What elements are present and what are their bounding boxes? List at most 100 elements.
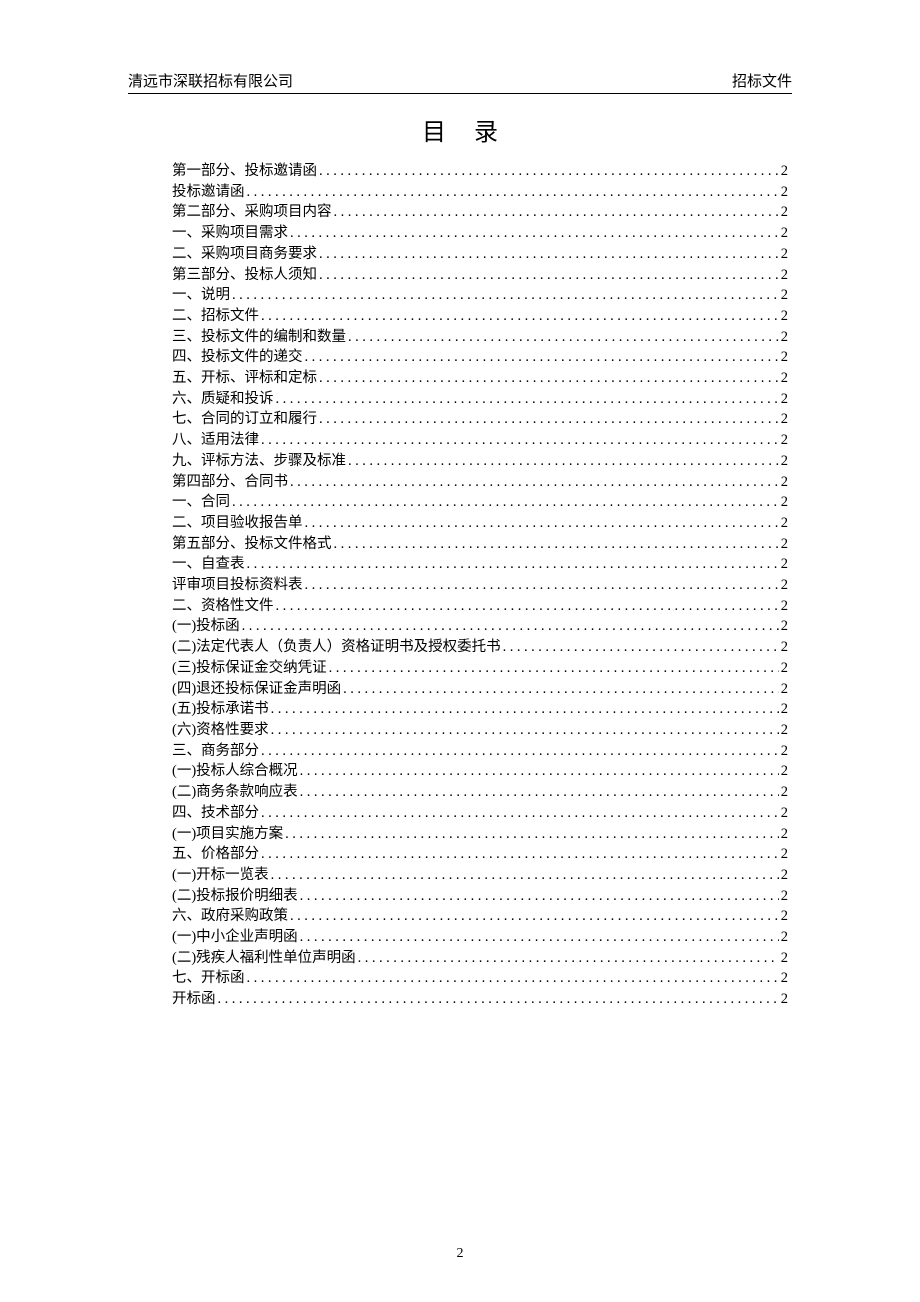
toc-dots xyxy=(346,451,779,472)
toc-page: 2 xyxy=(779,658,788,679)
toc-label: 第四部分、合同书 xyxy=(172,472,288,493)
toc-page: 2 xyxy=(779,306,788,327)
toc-page: 2 xyxy=(779,409,788,430)
toc-label: 七、合同的订立和履行 xyxy=(172,409,317,430)
toc-page: 2 xyxy=(779,720,788,741)
toc-dots xyxy=(269,720,779,741)
page-header: 清远市深联招标有限公司 招标文件 xyxy=(128,70,792,94)
toc-label: 五、开标、评标和定标 xyxy=(172,368,317,389)
toc-dots xyxy=(245,182,779,203)
toc-row: 投标邀请函2 xyxy=(172,182,788,203)
toc-page: 2 xyxy=(779,616,788,637)
toc-label: 二、项目验收报告单 xyxy=(172,513,303,534)
toc-page: 2 xyxy=(779,182,788,203)
toc-row: 评审项目投标资料表2 xyxy=(172,575,788,596)
toc-dots xyxy=(269,865,779,886)
toc-dots xyxy=(303,347,779,368)
toc-label: (三)投标保证金交纳凭证 xyxy=(172,658,327,679)
toc-row: 九、评标方法、步骤及标准2 xyxy=(172,451,788,472)
toc-row: 二、招标文件2 xyxy=(172,306,788,327)
toc-page: 2 xyxy=(779,389,788,410)
toc-label: (二)商务条款响应表 xyxy=(172,782,298,803)
toc-row: (一)开标一览表 2 xyxy=(172,865,788,886)
toc-page: 2 xyxy=(779,161,788,182)
toc-dots xyxy=(274,596,779,617)
toc-page: 2 xyxy=(779,575,788,596)
toc-row: 六、质疑和投诉2 xyxy=(172,389,788,410)
toc-list: 第一部分、投标邀请函2投标邀请函2第二部分、采购项目内容2一、采购项目需求2二、… xyxy=(128,161,792,1010)
toc-page: 2 xyxy=(779,886,788,907)
toc-label: 开标函 xyxy=(172,989,216,1010)
toc-dots xyxy=(245,554,779,575)
toc-page: 2 xyxy=(779,513,788,534)
toc-page: 2 xyxy=(779,430,788,451)
toc-dots xyxy=(501,637,779,658)
toc-label: (二)法定代表人（负责人）资格证明书及授权委托书 xyxy=(172,637,501,658)
toc-page: 2 xyxy=(779,865,788,886)
toc-dots xyxy=(317,244,779,265)
toc-dots xyxy=(298,886,779,907)
toc-page: 2 xyxy=(779,906,788,927)
toc-row: 第三部分、投标人须知 2 xyxy=(172,265,788,286)
toc-row: 一、自查表 2 xyxy=(172,554,788,575)
toc-page: 2 xyxy=(779,679,788,700)
toc-label: 一、采购项目需求 xyxy=(172,223,288,244)
page-number: 2 xyxy=(0,1246,920,1262)
toc-page: 2 xyxy=(779,554,788,575)
toc-page: 2 xyxy=(779,699,788,720)
toc-page: 2 xyxy=(779,844,788,865)
toc-dots xyxy=(303,575,779,596)
toc-row: 二、资格性文件2 xyxy=(172,596,788,617)
toc-dots xyxy=(274,389,779,410)
toc-page: 2 xyxy=(779,637,788,658)
toc-label: 一、自查表 xyxy=(172,554,245,575)
toc-label: 第五部分、投标文件格式 xyxy=(172,534,332,555)
toc-label: (二)投标报价明细表 xyxy=(172,886,298,907)
toc-dots xyxy=(341,679,779,700)
toc-dots xyxy=(288,472,779,493)
toc-label: (六)资格性要求 xyxy=(172,720,269,741)
toc-dots xyxy=(259,803,779,824)
toc-page: 2 xyxy=(779,223,788,244)
toc-dots xyxy=(332,534,779,555)
toc-label: 三、商务部分 xyxy=(172,741,259,762)
toc-row: 第四部分、合同书2 xyxy=(172,472,788,493)
toc-row: 三、投标文件的编制和数量2 xyxy=(172,327,788,348)
toc-page: 2 xyxy=(779,265,788,286)
toc-dots xyxy=(288,906,779,927)
toc-dots xyxy=(259,430,779,451)
toc-page: 2 xyxy=(779,347,788,368)
toc-page: 2 xyxy=(779,327,788,348)
toc-dots xyxy=(317,161,779,182)
toc-dots xyxy=(356,948,779,969)
toc-row: (三)投标保证金交纳凭证 2 xyxy=(172,658,788,679)
toc-page: 2 xyxy=(779,596,788,617)
toc-row: (四)退还投标保证金声明函2 xyxy=(172,679,788,700)
toc-page: 2 xyxy=(779,741,788,762)
toc-row: 七、合同的订立和履行 2 xyxy=(172,409,788,430)
toc-dots xyxy=(230,492,779,513)
toc-dots xyxy=(230,285,779,306)
toc-row: (二)商务条款响应表 2 xyxy=(172,782,788,803)
toc-row: 一、说明2 xyxy=(172,285,788,306)
toc-dots xyxy=(245,968,779,989)
toc-row: (二)法定代表人（负责人）资格证明书及授权委托书 2 xyxy=(172,637,788,658)
toc-page: 2 xyxy=(779,244,788,265)
toc-page: 2 xyxy=(779,782,788,803)
toc-page: 2 xyxy=(779,492,788,513)
toc-label: 四、投标文件的递交 xyxy=(172,347,303,368)
toc-dots xyxy=(303,513,779,534)
toc-row: 一、采购项目需求 2 xyxy=(172,223,788,244)
toc-page: 2 xyxy=(779,803,788,824)
toc-label: (二)残疾人福利性单位声明函 xyxy=(172,948,356,969)
toc-row: (一)投标函2 xyxy=(172,616,788,637)
toc-dots xyxy=(298,761,779,782)
toc-page: 2 xyxy=(779,534,788,555)
toc-label: 第三部分、投标人须知 xyxy=(172,265,317,286)
header-doc-title: 招标文件 xyxy=(732,70,792,91)
toc-row: 三、商务部分 2 xyxy=(172,741,788,762)
toc-row: (二)投标报价明细表 2 xyxy=(172,886,788,907)
toc-row: 第五部分、投标文件格式 2 xyxy=(172,534,788,555)
toc-row: 五、开标、评标和定标2 xyxy=(172,368,788,389)
toc-label: (一)开标一览表 xyxy=(172,865,269,886)
